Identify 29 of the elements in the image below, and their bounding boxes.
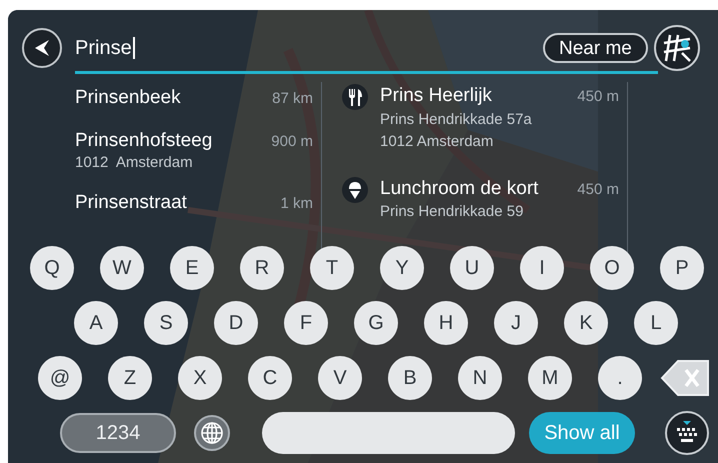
address-text: 1012 Amsterdam — [380, 132, 494, 152]
keyboard-icon — [674, 421, 700, 445]
distance-text: 1 km — [280, 194, 313, 214]
numbers-key[interactable]: 1234 — [60, 413, 176, 453]
place-name: Prinsenhofsteeg — [75, 128, 212, 152]
distance-text: 900 m — [271, 132, 313, 152]
space-bar[interactable] — [262, 412, 515, 454]
result-item[interactable]: Prinsenstraat 1 km — [75, 187, 313, 216]
result-item[interactable]: Lunchroom de kort 450 m Prins Hendrikkade 59 — [342, 174, 619, 223]
distance-text: 450 m — [577, 180, 619, 200]
distance-text: 450 m — [577, 87, 619, 107]
near-me-button[interactable]: Near me — [543, 33, 648, 63]
fork-knife-icon — [342, 84, 368, 110]
place-name: Prinsenbeek — [75, 86, 181, 110]
address-text: Prins Hendrikkade 57a — [380, 110, 533, 130]
place-name: Prinsenstraat — [75, 191, 187, 215]
place-name: Prins Heerlijk — [380, 84, 492, 108]
search-field[interactable]: Prinse — [75, 32, 533, 64]
place-name: Lunchroom de kort — [380, 176, 538, 200]
result-item[interactable]: Prinsenhofsteeg 900 m 1012 Amsterdam — [75, 124, 313, 173]
address-text: 1012 Amsterdam — [75, 153, 194, 173]
map-grid-icon — [662, 33, 692, 63]
back-arrow-icon — [35, 40, 49, 56]
globe-icon — [200, 421, 224, 445]
result-item[interactable]: Prinsenbeek 87 km — [75, 82, 313, 110]
result-item[interactable]: Prins Heerlijk 450 m Prins Hendrikkade 57a 1012 Amsterdam — [342, 82, 619, 152]
ice-cream-icon — [342, 176, 368, 202]
address-text: Prins Hendrikkade 59 — [380, 202, 524, 222]
distance-text: 87 km — [272, 89, 313, 109]
